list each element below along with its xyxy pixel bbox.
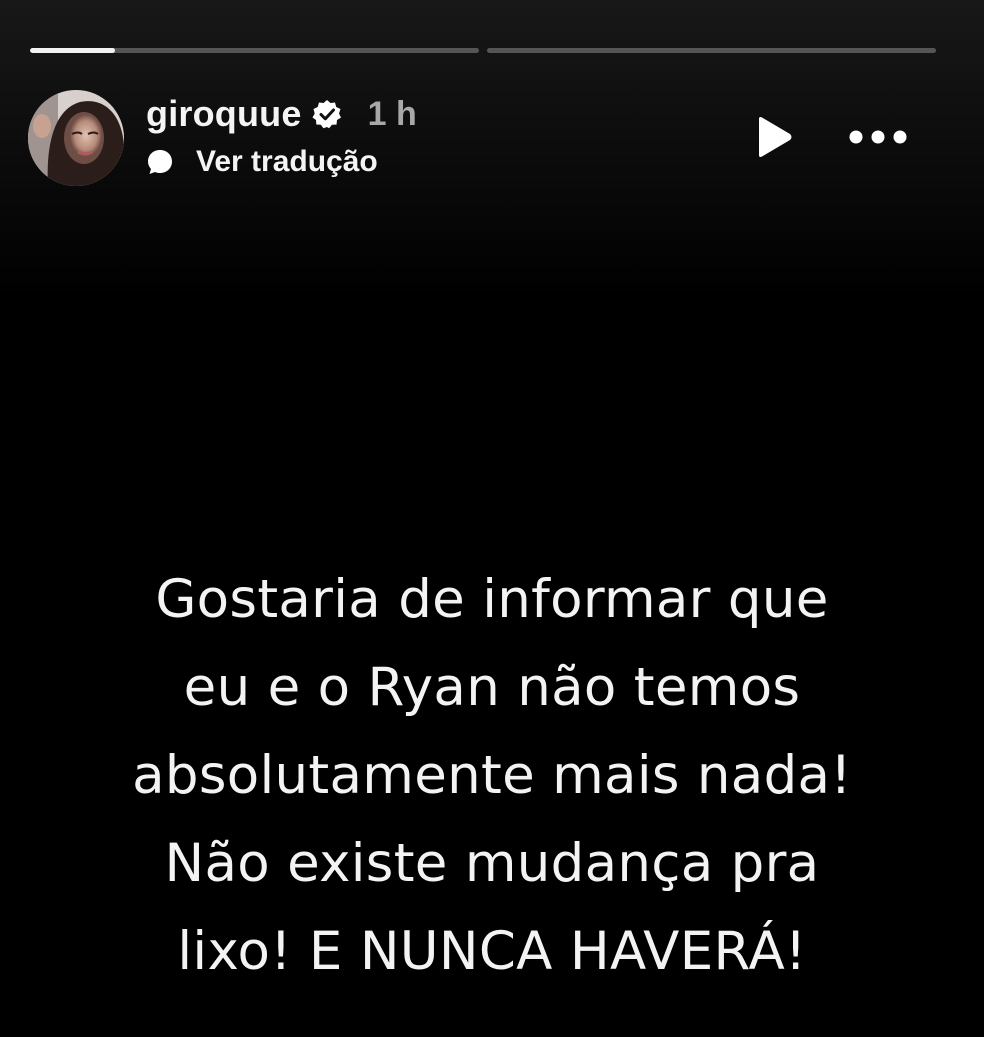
post-time: 1 h: [367, 94, 417, 133]
avatar-photo: [28, 90, 124, 186]
username-link[interactable]: giroquue: [146, 93, 302, 135]
story-text-line: lixo! E NUNCA HAVERÁ!: [177, 921, 807, 982]
play-icon: [759, 117, 792, 157]
story-progress-bars: [30, 48, 936, 53]
user-line: giroquue 1 h: [146, 92, 417, 136]
story-text-line: eu e o Ryan não temos: [183, 657, 801, 718]
story-text-line: Não existe mudança pra: [164, 833, 820, 894]
translate-label: Ver tradução: [196, 145, 378, 178]
story-text: Gostaria de informar que eu e o Ryan não…: [40, 556, 944, 996]
verified-badge-icon: [312, 99, 342, 129]
story-text-line: absolutamente mais nada!: [132, 745, 852, 806]
avatar[interactable]: [28, 90, 124, 186]
progress-segment-2[interactable]: [487, 48, 936, 53]
story-header: giroquue 1 h Ver tradução: [28, 88, 928, 188]
speech-bubble-icon: [146, 148, 174, 176]
story-viewer: giroquue 1 h Ver tradução Gostaria de in…: [0, 0, 984, 1037]
more-options-button[interactable]: [846, 118, 910, 156]
progress-segment-1[interactable]: [30, 48, 479, 53]
more-options-icon: [849, 130, 907, 144]
translate-link[interactable]: Ver tradução: [146, 140, 417, 184]
play-button[interactable]: [750, 114, 796, 160]
user-info: giroquue 1 h Ver tradução: [146, 92, 417, 184]
progress-fill-1: [30, 48, 116, 53]
story-text-line: Gostaria de informar que: [155, 569, 829, 630]
